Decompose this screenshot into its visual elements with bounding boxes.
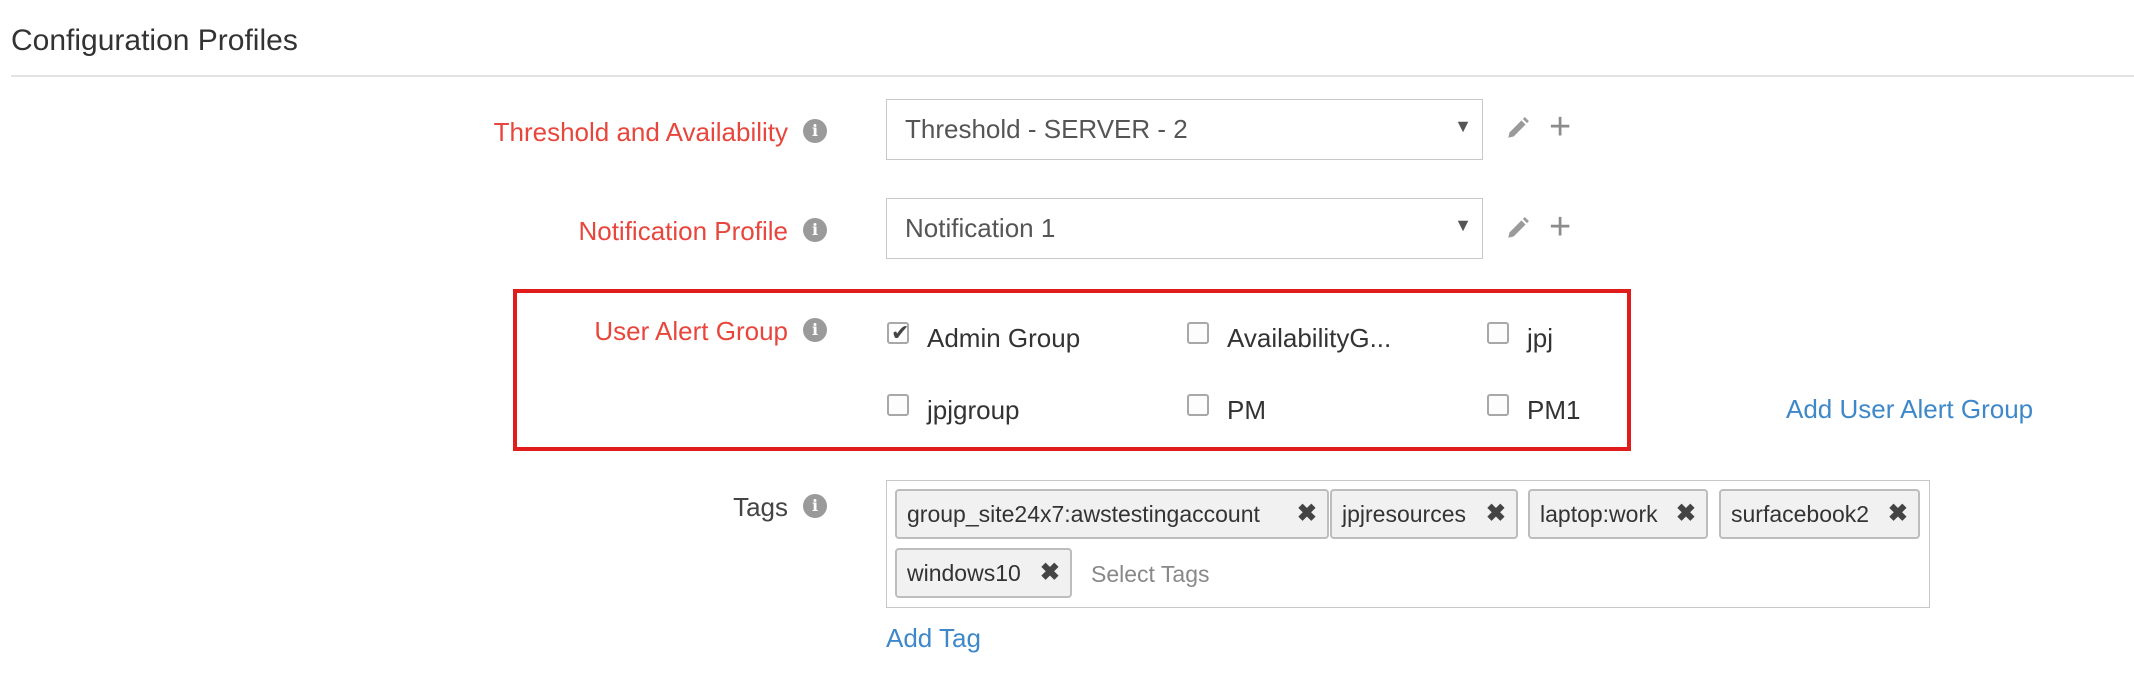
tag-chip-label: windows10 (907, 560, 1021, 586)
plus-icon[interactable]: + (1549, 108, 1571, 146)
close-icon[interactable]: ✖ (1486, 491, 1506, 537)
checkmark-icon: ✔ (891, 320, 910, 345)
caret-down-icon: ▼ (1454, 116, 1472, 136)
close-icon[interactable]: ✖ (1297, 491, 1317, 537)
tag-chip-label: group_site24x7:awstestingaccount (907, 501, 1260, 527)
section-title: Configuration Profiles (11, 24, 298, 57)
tag-chip: laptop:work ✖ (1528, 489, 1708, 539)
checkbox-label[interactable]: AvailabilityG... (1227, 323, 1391, 354)
info-icon[interactable]: i (803, 119, 827, 143)
tag-chip-label: surfacebook2 (1731, 501, 1870, 527)
threshold-label: Threshold and Availability (493, 117, 788, 147)
notification-label: Notification Profile (578, 216, 788, 246)
notification-select-value: Notification 1 (905, 213, 1056, 243)
tag-chip: windows10 ✖ (895, 548, 1072, 598)
tag-chip: jpjresources ✖ (1330, 489, 1518, 539)
checkbox-label[interactable]: jpjgroup (927, 395, 1020, 426)
tag-chip-label: laptop:work (1540, 501, 1658, 527)
checkbox-label[interactable]: Admin Group (927, 323, 1080, 354)
close-icon[interactable]: ✖ (1888, 491, 1908, 537)
checkbox-admin-group[interactable]: ✔ (887, 320, 910, 345)
tag-chip: group_site24x7:awstestingaccount ✖ (895, 489, 1329, 539)
tags-label: Tags (733, 492, 788, 522)
close-icon[interactable]: ✖ (1676, 491, 1696, 537)
tag-chip-label: jpjresources (1342, 501, 1466, 527)
tags-input[interactable]: group_site24x7:awstestingaccount ✖ jpjre… (886, 480, 1930, 608)
user-alert-group-highlight (513, 289, 1631, 451)
checkbox-jpjgroup[interactable] (887, 394, 909, 416)
info-icon[interactable]: i (803, 218, 827, 242)
info-icon[interactable]: i (803, 318, 827, 342)
tag-chip: surfacebook2 ✖ (1719, 489, 1920, 539)
notification-select[interactable]: Notification 1 ▼ (886, 198, 1483, 259)
threshold-select-value: Threshold - SERVER - 2 (905, 114, 1188, 144)
checkbox-label[interactable]: PM1 (1527, 395, 1580, 426)
plus-icon[interactable]: + (1549, 208, 1571, 246)
add-tag-link[interactable]: Add Tag (886, 623, 981, 654)
checkbox-availability-group[interactable] (1187, 322, 1209, 344)
user-alert-group-label: User Alert Group (594, 316, 788, 346)
pencil-icon[interactable] (1505, 215, 1531, 246)
checkbox-label[interactable]: PM (1227, 395, 1266, 426)
checkbox-jpj[interactable] (1487, 322, 1509, 344)
info-icon[interactable]: i (803, 494, 827, 518)
checkbox-pm[interactable] (1187, 394, 1209, 416)
add-user-alert-group-link[interactable]: Add User Alert Group (1786, 394, 2033, 425)
checkbox-label[interactable]: jpj (1527, 323, 1553, 354)
close-icon[interactable]: ✖ (1040, 550, 1060, 596)
select-tags-placeholder[interactable]: Select Tags (1091, 561, 1209, 588)
pencil-icon[interactable] (1505, 115, 1531, 146)
caret-down-icon: ▼ (1454, 215, 1472, 235)
threshold-select[interactable]: Threshold - SERVER - 2 ▼ (886, 99, 1483, 160)
checkbox-pm1[interactable] (1487, 394, 1509, 416)
section-divider (11, 75, 2134, 77)
